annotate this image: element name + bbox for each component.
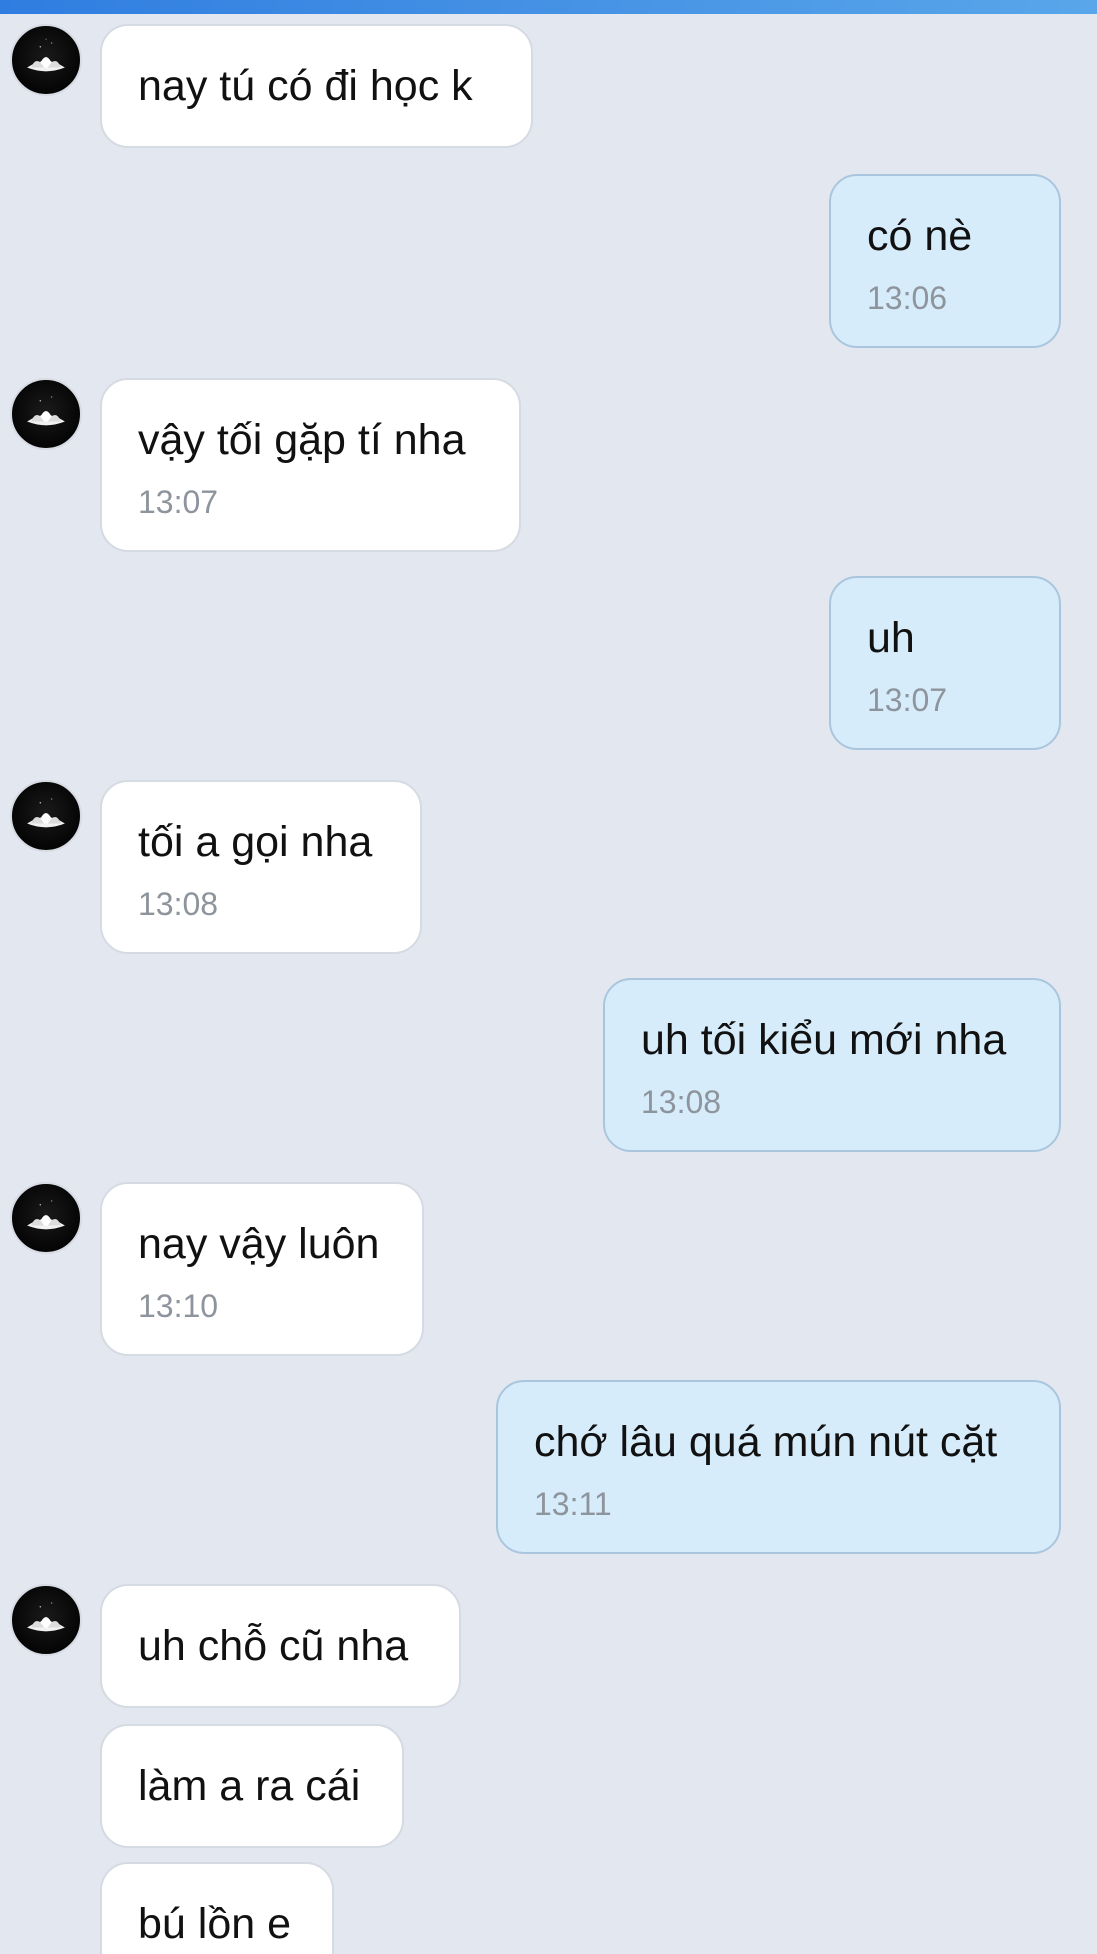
lotus-icon (27, 798, 65, 828)
message-timestamp: 13:10 (138, 1288, 219, 1324)
message-timestamp: 13:08 (138, 886, 219, 922)
message-bubble-incoming[interactable]: uh chỗ cũ nha (100, 1584, 461, 1708)
contact-avatar[interactable] (10, 780, 82, 852)
contact-avatar[interactable] (10, 1584, 82, 1656)
message-text: nay tú có đi học k (138, 62, 473, 110)
contact-avatar[interactable] (10, 378, 82, 450)
lotus-icon (27, 396, 65, 426)
message-text: làm a ra cái (138, 1762, 361, 1810)
lotus-icon (27, 1602, 65, 1632)
message-timestamp: 13:07 (138, 484, 219, 520)
message-bubble-outgoing[interactable]: uh tối kiểu mới nha 13:08 (603, 978, 1061, 1152)
lotus-icon (27, 38, 65, 72)
window-top-bar (0, 0, 1097, 14)
message-timestamp: 13:11 (534, 1486, 612, 1522)
message-text: chớ lâu quá mún nút cặt (534, 1418, 998, 1466)
message-bubble-incoming[interactable]: vậy tối gặp tí nha 13:07 (100, 378, 521, 552)
message-bubble-incoming[interactable]: nay vậy luôn 13:10 (100, 1182, 424, 1356)
message-text: có nè (867, 212, 973, 260)
message-text: uh (867, 614, 915, 662)
contact-avatar[interactable] (10, 24, 82, 96)
message-timestamp: 13:08 (641, 1084, 722, 1120)
message-bubble-outgoing[interactable]: chớ lâu quá mún nút cặt 13:11 (496, 1380, 1061, 1554)
message-text: uh chỗ cũ nha (138, 1622, 409, 1670)
message-text: nay vậy luôn (138, 1220, 380, 1268)
message-bubble-incoming[interactable]: bú lồn e (100, 1862, 334, 1954)
message-timestamp: 13:07 (867, 682, 948, 718)
message-bubble-incoming[interactable]: tối a gọi nha 13:08 (100, 780, 422, 954)
message-timestamp: 13:06 (867, 280, 948, 316)
message-text: tối a gọi nha (138, 818, 373, 866)
message-bubble-incoming[interactable]: nay tú có đi học k (100, 24, 533, 148)
message-bubble-outgoing[interactable]: có nè 13:06 (829, 174, 1061, 348)
message-bubble-outgoing[interactable]: uh 13:07 (829, 576, 1061, 750)
message-text: bú lồn e (138, 1900, 292, 1948)
contact-avatar[interactable] (10, 1182, 82, 1254)
message-bubble-incoming[interactable]: làm a ra cái (100, 1724, 404, 1848)
lotus-icon (27, 1200, 65, 1230)
message-text: vậy tối gặp tí nha (138, 416, 466, 464)
message-text: uh tối kiểu mới nha (641, 1016, 1007, 1064)
